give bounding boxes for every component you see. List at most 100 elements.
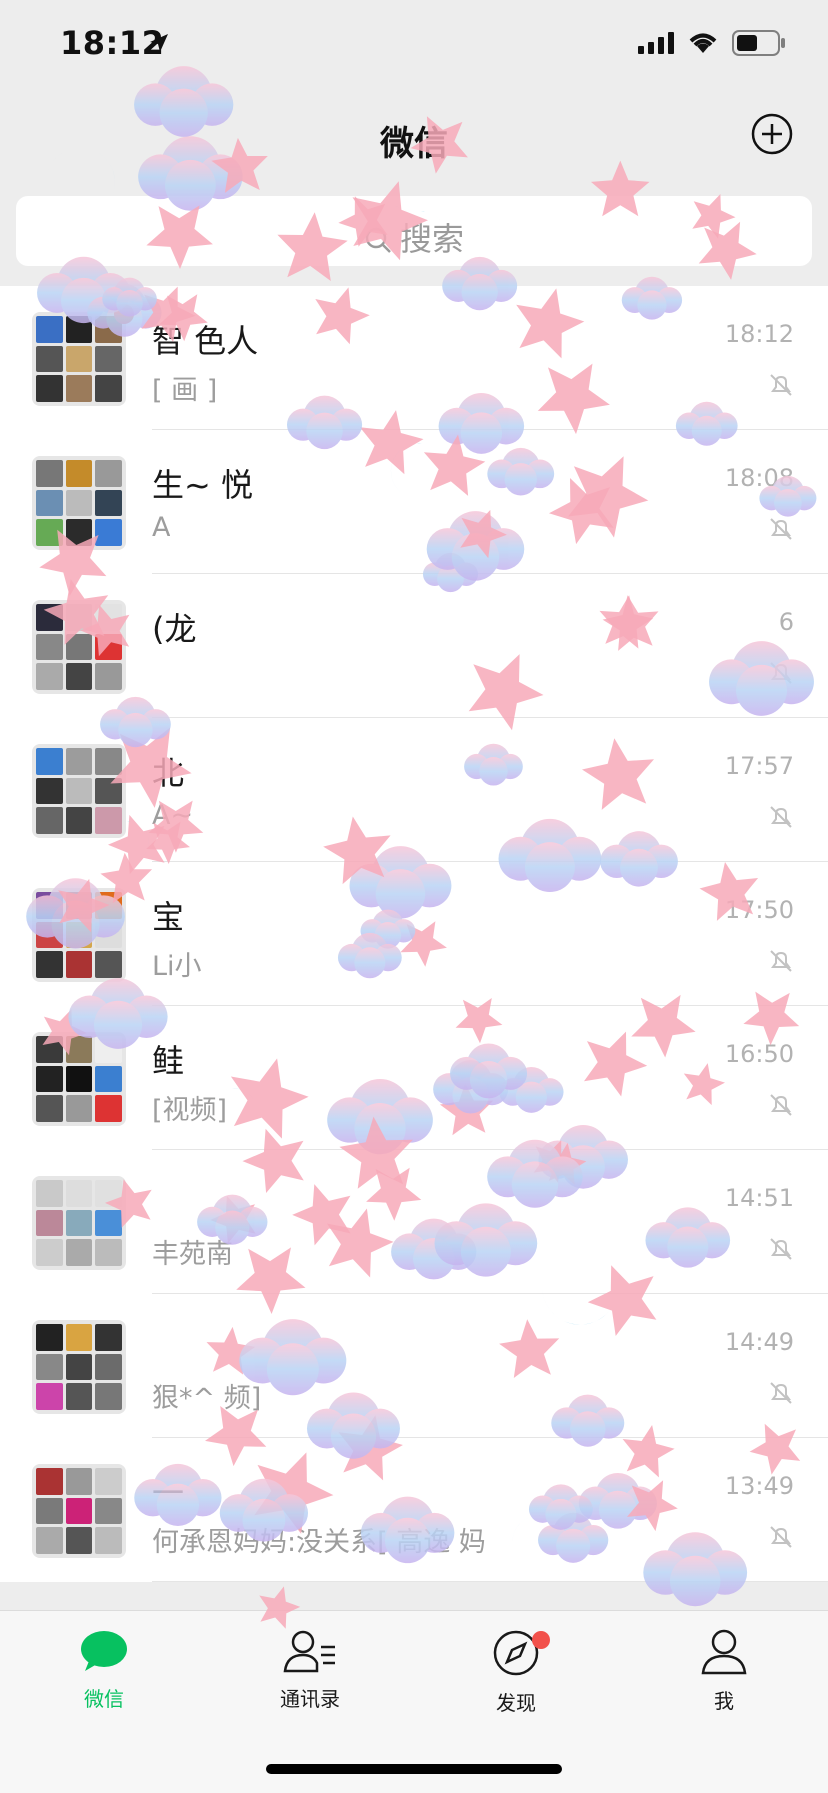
tab-discover[interactable]: 发现 bbox=[456, 1629, 576, 1716]
avatar-tile bbox=[36, 1324, 63, 1351]
avatar-tile bbox=[65, 1527, 93, 1554]
search-input[interactable]: 搜索 bbox=[16, 196, 812, 266]
avatar-tile bbox=[65, 1353, 93, 1381]
avatar-tile bbox=[95, 921, 122, 949]
avatar-tile bbox=[95, 1353, 122, 1381]
chat-row[interactable]: 北 A~ 17:57 bbox=[0, 718, 828, 862]
avatar-tile bbox=[36, 519, 63, 546]
chat-row[interactable]: 宝 Li小 17:50 bbox=[0, 862, 828, 1006]
location-arrow-icon bbox=[150, 34, 168, 52]
avatar-tile bbox=[65, 892, 93, 919]
avatar-tile bbox=[36, 375, 63, 402]
chat-time: 14:49 bbox=[724, 1328, 794, 1356]
tab-me[interactable]: 我 bbox=[664, 1629, 784, 1714]
avatar-tile bbox=[36, 1527, 63, 1554]
avatar-tile bbox=[65, 1324, 93, 1351]
avatar-tile bbox=[95, 807, 122, 834]
avatar-tile bbox=[36, 1036, 63, 1063]
chat-row[interactable]: 丰苑南 14:51 bbox=[0, 1150, 828, 1294]
mute-bell-icon bbox=[770, 806, 792, 828]
avatar-tile bbox=[95, 1383, 122, 1410]
avatar-tile bbox=[65, 807, 93, 834]
avatar-tile bbox=[65, 1180, 93, 1207]
wifi-icon bbox=[689, 33, 717, 53]
mute-bell-icon bbox=[770, 662, 792, 684]
group-avatar bbox=[32, 456, 126, 550]
avatar-tile bbox=[95, 519, 122, 546]
avatar-tile bbox=[36, 316, 63, 343]
avatar-tile bbox=[95, 1180, 122, 1207]
avatar-tile bbox=[95, 663, 122, 690]
chat-time: 17:50 bbox=[724, 896, 794, 924]
group-avatar bbox=[32, 1320, 126, 1414]
tab-label: 微信 bbox=[84, 1687, 124, 1711]
chat-last-message: 何承恩妈妈:没关系[ 高逸 妈 bbox=[152, 1527, 486, 1558]
avatar-tile bbox=[65, 375, 93, 402]
chat-row[interactable]: 鲑 [视频] 16:50 bbox=[0, 1006, 828, 1150]
chat-row[interactable]: (龙 6 bbox=[0, 574, 828, 718]
chat-time: 14:51 bbox=[724, 1184, 794, 1212]
avatar-tile bbox=[65, 921, 93, 949]
group-avatar bbox=[32, 1032, 126, 1126]
search-icon bbox=[365, 227, 391, 253]
chat-name: 生~ 悦 bbox=[152, 466, 253, 504]
mute-bell-icon bbox=[770, 1094, 792, 1116]
avatar-tile bbox=[36, 1497, 63, 1525]
avatar-tile bbox=[65, 316, 93, 343]
chat-last-message: 丰苑南 bbox=[152, 1239, 233, 1270]
avatar-tile bbox=[36, 951, 63, 978]
avatar-tile bbox=[65, 1065, 93, 1093]
chat-time: 18:12 bbox=[724, 320, 794, 348]
avatar-tile bbox=[95, 345, 122, 373]
group-avatar bbox=[32, 600, 126, 694]
avatar-tile bbox=[95, 1209, 122, 1237]
avatar-tile bbox=[65, 1383, 93, 1410]
avatar-tile bbox=[65, 748, 93, 775]
page-title: 微信 bbox=[380, 124, 448, 164]
chat-row[interactable]: 一何承恩妈妈:没关系[ 高逸 妈 13:49 bbox=[0, 1438, 828, 1582]
avatar-tile bbox=[36, 807, 63, 834]
avatar-tile bbox=[36, 663, 63, 690]
avatar-tile bbox=[65, 604, 93, 631]
chat-time: 17:57 bbox=[724, 752, 794, 780]
chat-name: 一 bbox=[152, 1474, 185, 1512]
avatar-tile bbox=[95, 1065, 122, 1093]
avatar-tile bbox=[95, 1527, 122, 1554]
avatar-tile bbox=[36, 633, 63, 661]
status-bar: 18:12 bbox=[0, 0, 828, 96]
avatar-tile bbox=[36, 1383, 63, 1410]
avatar-tile bbox=[36, 1239, 63, 1266]
chat-row[interactable]: 智 色人 [ 画 ] 18:12 bbox=[0, 286, 828, 430]
tab-chats[interactable]: 微信 bbox=[44, 1629, 164, 1712]
search-placeholder: 搜索 bbox=[399, 220, 464, 258]
mute-bell-icon bbox=[770, 1526, 792, 1548]
chat-name: 宝 bbox=[152, 898, 185, 936]
chat-last-message: Li小 bbox=[152, 951, 202, 982]
avatar-tile bbox=[95, 777, 122, 805]
chat-time: 16:50 bbox=[724, 1040, 794, 1068]
avatar-tile bbox=[36, 345, 63, 373]
avatar-tile bbox=[36, 921, 63, 949]
avatar-tile bbox=[36, 1468, 63, 1495]
nav-bar: 微信 bbox=[0, 96, 828, 192]
avatar-tile bbox=[95, 1239, 122, 1266]
group-avatar bbox=[32, 312, 126, 406]
chat-last-message: A~ bbox=[152, 800, 194, 831]
avatar-tile bbox=[36, 460, 63, 487]
tab-label: 通讯录 bbox=[280, 1687, 340, 1711]
avatar-tile bbox=[36, 489, 63, 517]
avatar-tile bbox=[36, 777, 63, 805]
avatar-tile bbox=[65, 777, 93, 805]
tab-contacts[interactable]: 通讯录 bbox=[250, 1629, 370, 1712]
chat-last-message: 狠*^ 频] bbox=[152, 1383, 262, 1414]
add-plus-icon[interactable] bbox=[750, 112, 794, 156]
avatar-tile bbox=[65, 345, 93, 373]
avatar-tile bbox=[95, 892, 122, 919]
avatar-tile bbox=[36, 1180, 63, 1207]
contacts-icon bbox=[283, 1630, 335, 1673]
chat-row[interactable]: 生~ 悦 A 18:08 bbox=[0, 430, 828, 574]
avatar-tile bbox=[95, 1036, 122, 1063]
avatar-tile bbox=[95, 1095, 122, 1122]
avatar-tile bbox=[65, 519, 93, 546]
chat-row[interactable]: 狠*^ 频] 14:49 bbox=[0, 1294, 828, 1438]
